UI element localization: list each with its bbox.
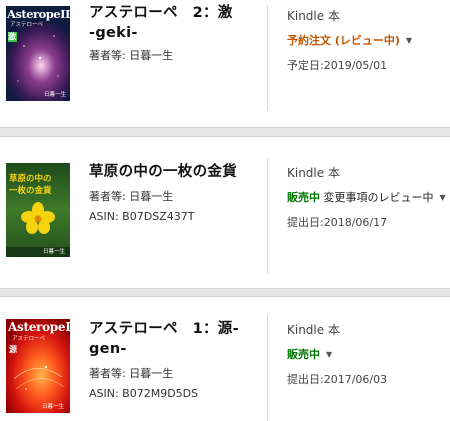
- book-title[interactable]: アステローペ 2：激 -geki-: [89, 3, 261, 43]
- status-text: 予約注文 (レビュー中): [287, 34, 400, 47]
- cover-title: 一枚の金貨: [9, 186, 52, 196]
- date-label: 提出日:: [287, 373, 324, 386]
- book-title-line: アステローペ 1：源-gen-: [89, 321, 239, 357]
- book-card: AsteropeI アステローペ 源 日暮一生 アステローペ 1：源-gen- …: [0, 297, 450, 421]
- column-divider: [267, 315, 268, 421]
- dropdown-caret-icon: ▼: [326, 350, 333, 359]
- author-line: 著者等: 日暮一生: [89, 49, 261, 63]
- book-cover[interactable]: 草原の中の 一枚の金貨 日暮一生: [6, 163, 70, 257]
- status-text: 販売中: [287, 348, 320, 361]
- book-title-line: 草原の中の一枚の金貨: [89, 164, 237, 180]
- cover-author: 日暮一生: [42, 249, 65, 255]
- format-label: Kindle 本: [287, 166, 340, 180]
- section-separator: [0, 127, 450, 137]
- cover-kanji: 激: [8, 31, 16, 41]
- date-label: 予定日:: [287, 59, 324, 72]
- author-label: 著者等:: [89, 367, 126, 380]
- cover-subtitle: アステローペ: [12, 336, 46, 342]
- book-card: 草原の中の 一枚の金貨 日暮一生 草原の中の一枚の金貨 著者等: 日暮一生 AS…: [0, 137, 450, 288]
- book-info: アステローペ 1：源-gen- 著者等: 日暮一生 ASIN: B072M9D5…: [89, 319, 261, 401]
- asin-text: ASIN: B072M9D5DS: [89, 387, 199, 400]
- book-card: AsteropeII アステローペ 激 日暮一生 アステローペ 2：激 -gek…: [0, 0, 450, 127]
- book-info: 草原の中の一枚の金貨 著者等: 日暮一生 ASIN: B07DSZ437T: [89, 162, 261, 224]
- asin-text: ASIN: B07DSZ437T: [89, 210, 195, 223]
- cover-title: 草原の中の: [9, 174, 52, 184]
- author-name: 日暮一生: [129, 49, 174, 62]
- author-name: 日暮一生: [129, 190, 174, 203]
- book-title-line: アステローペ 2：激: [89, 5, 233, 21]
- author-name: 日暮一生: [129, 367, 174, 380]
- status-panel: Kindle 本 販売中 ▼ 提出日:2017/06/03: [287, 321, 447, 387]
- cover-title: AsteropeI: [8, 320, 70, 334]
- dropdown-caret-icon: ▼: [405, 36, 413, 45]
- section-separator: [0, 288, 450, 297]
- column-divider: [267, 159, 268, 273]
- cover-author: 日暮一生: [43, 92, 66, 98]
- date-line: 提出日:2018/06/17: [287, 214, 447, 230]
- status-panel: Kindle 本 予約注文 (レビュー中) ▼ 予定日:2019/05/01: [287, 7, 447, 73]
- date-value: 2018/06/17: [323, 216, 388, 229]
- book-info: アステローペ 2：激 -geki- 著者等: 日暮一生: [89, 3, 261, 63]
- cover-kanji: 源: [9, 344, 17, 354]
- book-cover[interactable]: AsteropeII アステローペ 激 日暮一生: [6, 6, 70, 101]
- status-panel: Kindle 本 販売中 変更事項のレビュー中 ▼ 提出日:2018/06/17: [287, 164, 447, 230]
- book-cover[interactable]: AsteropeI アステローペ 源 日暮一生: [6, 319, 70, 413]
- status-dropdown[interactable]: 予約注文 (レビュー中) ▼: [287, 32, 447, 48]
- dropdown-caret-icon: ▼: [439, 193, 446, 202]
- status-text: 販売中: [287, 191, 320, 204]
- author-line: 著者等: 日暮一生: [89, 367, 261, 381]
- format-label: Kindle 本: [287, 9, 340, 23]
- date-line: 予定日:2019/05/01: [287, 57, 447, 73]
- author-label: 著者等:: [89, 49, 126, 62]
- book-title[interactable]: 草原の中の一枚の金貨: [89, 162, 261, 182]
- column-divider: [267, 5, 268, 111]
- book-title[interactable]: アステローペ 1：源-gen-: [89, 319, 261, 359]
- date-label: 提出日:: [287, 216, 324, 229]
- format-label: Kindle 本: [287, 323, 340, 337]
- status-dropdown[interactable]: 販売中 変更事項のレビュー中 ▼: [287, 189, 447, 205]
- date-value: 2017/06/03: [323, 373, 388, 386]
- author-label: 著者等:: [89, 190, 126, 203]
- date-value: 2019/05/01: [323, 59, 388, 72]
- status-dropdown[interactable]: 販売中 ▼: [287, 346, 447, 362]
- book-title-line: -geki-: [89, 25, 138, 41]
- cover-title: AsteropeII: [7, 7, 70, 21]
- date-line: 提出日:2017/06/03: [287, 371, 447, 387]
- cover-author: 日暮一生: [41, 404, 64, 410]
- author-line: 著者等: 日暮一生: [89, 190, 261, 204]
- status-extra-text: 変更事項のレビュー中: [323, 191, 434, 204]
- cover-subtitle: アステローペ: [10, 22, 44, 28]
- book-list: AsteropeII アステローペ 激 日暮一生 アステローペ 2：激 -gek…: [0, 0, 450, 421]
